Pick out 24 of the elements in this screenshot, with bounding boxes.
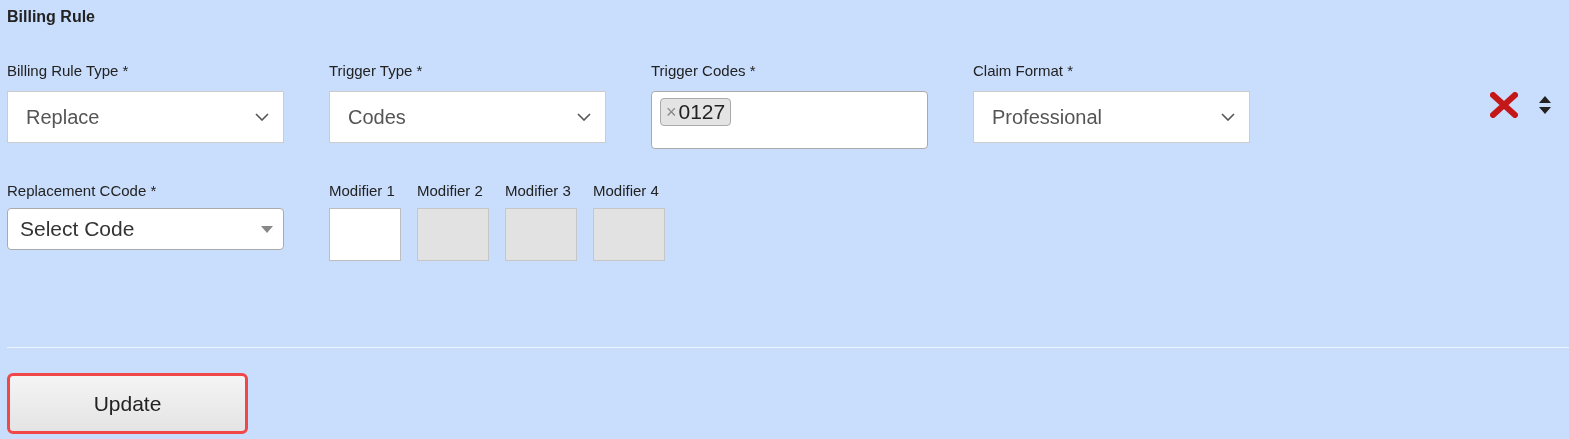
field-label: Trigger Codes * xyxy=(651,62,756,79)
field-label: Trigger Type * xyxy=(329,62,423,79)
field-label: Modifier 4 xyxy=(593,182,659,199)
tag-input-field[interactable]: ×0127 xyxy=(651,91,928,149)
dropdown[interactable]: Replace xyxy=(7,91,284,143)
tag-text: 0127 xyxy=(678,100,726,124)
chevron-down-icon xyxy=(1221,113,1235,121)
code-dropdown[interactable]: Select Code xyxy=(7,208,284,250)
delete-icon[interactable] xyxy=(1490,92,1518,118)
dropdown[interactable]: Professional xyxy=(973,91,1250,143)
dropdown[interactable]: Codes xyxy=(329,91,606,143)
field-label: Replacement CCode * xyxy=(7,182,157,199)
section-title: Billing Rule xyxy=(7,8,95,26)
field-label: Modifier 1 xyxy=(329,182,395,199)
chevron-down-icon xyxy=(577,113,591,121)
modifier-field[interactable] xyxy=(329,208,401,261)
chevron-down-icon xyxy=(255,113,269,121)
field-label: Claim Format * xyxy=(973,62,1073,79)
field-label: Modifier 2 xyxy=(417,182,483,199)
field-label: Modifier 3 xyxy=(505,182,571,199)
sort-icon[interactable] xyxy=(1538,95,1552,115)
field-label: Billing Rule Type * xyxy=(7,62,129,79)
caret-icon xyxy=(261,225,273,233)
update-button[interactable]: Update xyxy=(7,373,248,434)
